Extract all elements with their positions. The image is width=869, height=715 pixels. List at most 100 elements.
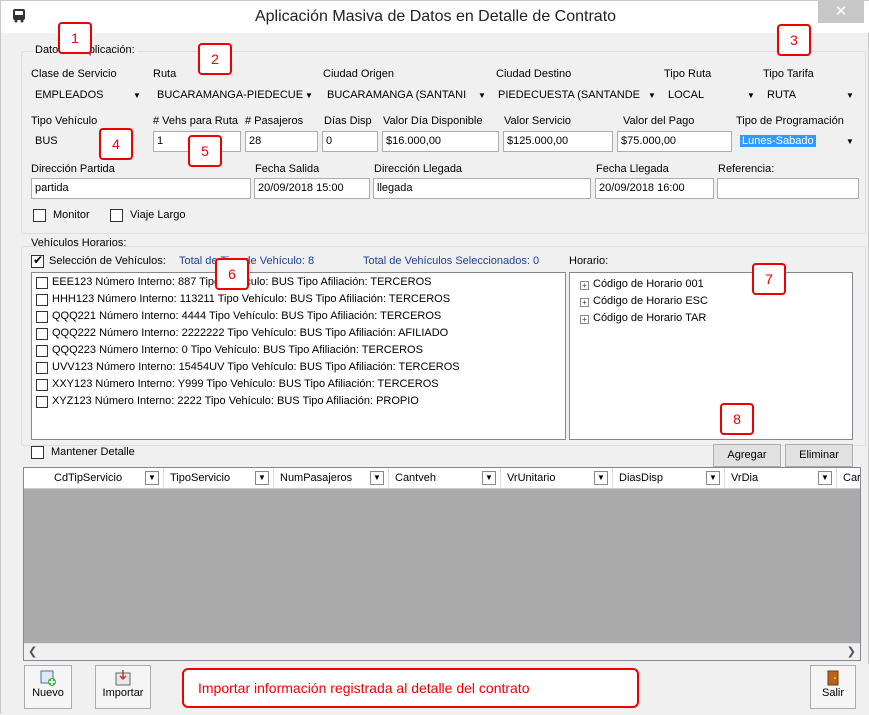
expand-icon[interactable]: + [580,281,589,290]
vehicle-checkbox[interactable] [36,379,48,391]
vehicle-checkbox[interactable] [36,345,48,357]
callout-8: 8 [720,403,754,435]
importar-label: Importar [102,687,144,699]
chevron-down-icon: ▼ [648,91,656,100]
new-document-icon [39,669,57,687]
vehicle-checkbox[interactable] [36,277,48,289]
vehicle-checkbox[interactable] [36,396,48,408]
exit-door-icon [824,669,842,687]
tipo-programacion-select[interactable]: Lunes-Sabado ▼ [736,131,859,152]
expand-icon[interactable]: + [580,298,589,307]
nuevo-button[interactable]: Nuevo [24,665,72,709]
valor-pago-input[interactable]: $75.000,00 [617,131,732,152]
ruta-select[interactable]: BUCARAMANGA-PIEDECUE ▼ [153,85,318,106]
horario-label: Horario: [569,255,609,267]
chevron-down-icon: ▼ [305,91,313,100]
horizontal-scrollbar[interactable]: ❮ ❯ [24,643,860,660]
valor-servicio-input[interactable]: $125.000,00 [503,131,613,152]
ciudad-origen-select[interactable]: BUCARAMANGA (SANTANI ▼ [323,85,491,106]
close-button[interactable]: ✕ [818,1,864,23]
filter-dropdown-icon[interactable]: ▼ [255,471,269,485]
detalle-grid[interactable]: CdTipServicio ▼ TipoServicio ▼ NumPasajero… [23,467,861,661]
nuevo-label: Nuevo [32,687,64,699]
column-header[interactable]: VrDia ▼ [725,468,837,488]
vehicle-checkbox[interactable] [36,362,48,374]
filter-dropdown-icon[interactable]: ▼ [594,471,608,485]
eliminar-button[interactable]: Eliminar [785,444,853,467]
filter-dropdown-icon[interactable]: ▼ [818,471,832,485]
direccion-llegada-input[interactable]: llegada [373,178,591,199]
fecha-salida-label: Fecha Salida [255,163,320,175]
main-window: Aplicación Masiva de Datos en Detalle de… [0,0,869,715]
horario-tree[interactable]: + Código de Horario 001 + Código de Horari… [569,272,853,440]
ciudad-destino-label: Ciudad Destino [496,68,572,80]
tipo-ruta-select[interactable]: LOCAL ▼ [664,85,760,106]
vehicle-checkbox[interactable] [36,311,48,323]
scroll-right-icon[interactable]: ❯ [847,645,856,658]
clase-servicio-label: Clase de Servicio [31,68,117,80]
dias-disp-label: Días Disp [324,115,372,127]
mantener-detalle-label: Mantener Detalle [51,446,135,458]
mantener-detalle-checkbox[interactable] [31,446,44,459]
callout-3: 3 [777,24,811,56]
fecha-llegada-label: Fecha Llegada [596,163,669,175]
fecha-salida-input[interactable]: 20/09/2018 15:00 [254,178,370,199]
ciudad-origen-label: Ciudad Origen [323,68,394,80]
callout-1: 1 [58,22,92,54]
chevron-down-icon: ▼ [747,91,755,100]
callout-2: 2 [198,43,232,75]
column-header[interactable]: CdTipServicio ▼ [24,468,164,488]
valor-pago-label: Valor del Pago [623,115,695,127]
column-header[interactable]: Cantveh ▼ [389,468,501,488]
importar-info-callout: Importar información registrada al detal… [182,668,639,708]
chevron-down-icon: ▼ [846,137,854,146]
pasajeros-input[interactable]: 28 [245,131,318,152]
valor-dia-label: Valor Día Disponible [383,115,483,127]
filter-dropdown-icon[interactable]: ▼ [145,471,159,485]
seleccion-vehiculos-label: Selección de Vehículos: [49,255,166,267]
column-header[interactable]: NumPasajeros ▼ [274,468,389,488]
ruta-value: BUCARAMANGA-PIEDECUE [157,89,304,101]
valor-dia-input[interactable]: $16.000,00 [382,131,499,152]
salir-label: Salir [821,687,844,699]
scroll-left-icon[interactable]: ❮ [28,645,37,658]
pasajeros-label: # Pasajeros [245,115,304,127]
window-title: Aplicación Masiva de Datos en Detalle de… [254,8,617,25]
vehicle-checkbox[interactable] [36,328,48,340]
dias-disp-input[interactable]: 0 [322,131,378,152]
direccion-llegada-label: Dirección Llegada [374,163,463,175]
seleccion-vehiculos-checkbox[interactable] [31,253,44,268]
column-header[interactable]: Car [837,468,860,488]
vehicle-checkbox[interactable] [36,294,48,306]
clase-servicio-select[interactable]: EMPLEADOS ▼ [31,85,146,106]
vehiculos-list[interactable]: EEE123 Número Interno: 887 Tipo Vehículo… [31,272,566,440]
filter-dropdown-icon[interactable]: ▼ [706,471,720,485]
viaje-largo-checkbox[interactable] [110,209,123,222]
column-header[interactable]: VrUnitario ▼ [501,468,613,488]
tipo-vehiculo-label: Tipo Vehículo [31,115,98,127]
clase-servicio-value: EMPLEADOS [35,89,104,101]
tipo-tarifa-value: RUTA [767,89,797,101]
callout-7: 7 [752,263,786,295]
tipo-tarifa-select[interactable]: RUTA ▼ [763,85,859,106]
salir-button[interactable]: Salir [810,665,856,709]
referencia-input[interactable] [717,178,859,199]
agregar-button[interactable]: Agregar [713,444,781,467]
fecha-llegada-input[interactable]: 20/09/2018 16:00 [595,178,714,199]
expand-icon[interactable]: + [580,315,589,324]
column-header[interactable]: DiasDisp ▼ [613,468,725,488]
chevron-down-icon: ▼ [846,91,854,100]
column-header[interactable]: TipoServicio ▼ [164,468,274,488]
vehs-ruta-label: # Vehs para Ruta [153,115,239,127]
callout-6: 6 [215,258,249,290]
importar-button[interactable]: Importar [95,665,151,709]
direccion-partida-input[interactable]: partida [31,178,251,199]
ciudad-destino-select[interactable]: PIEDECUESTA (SANTANDE ▼ [494,85,661,106]
chevron-down-icon: ▼ [478,91,486,100]
valor-servicio-label: Valor Servicio [504,115,572,127]
filter-dropdown-icon[interactable]: ▼ [482,471,496,485]
monitor-checkbox[interactable] [33,209,46,222]
grid-header: CdTipServicio ▼ TipoServicio ▼ NumPasajero… [24,468,860,489]
filter-dropdown-icon[interactable]: ▼ [370,471,384,485]
tipo-programacion-label: Tipo de Programación [736,115,844,127]
